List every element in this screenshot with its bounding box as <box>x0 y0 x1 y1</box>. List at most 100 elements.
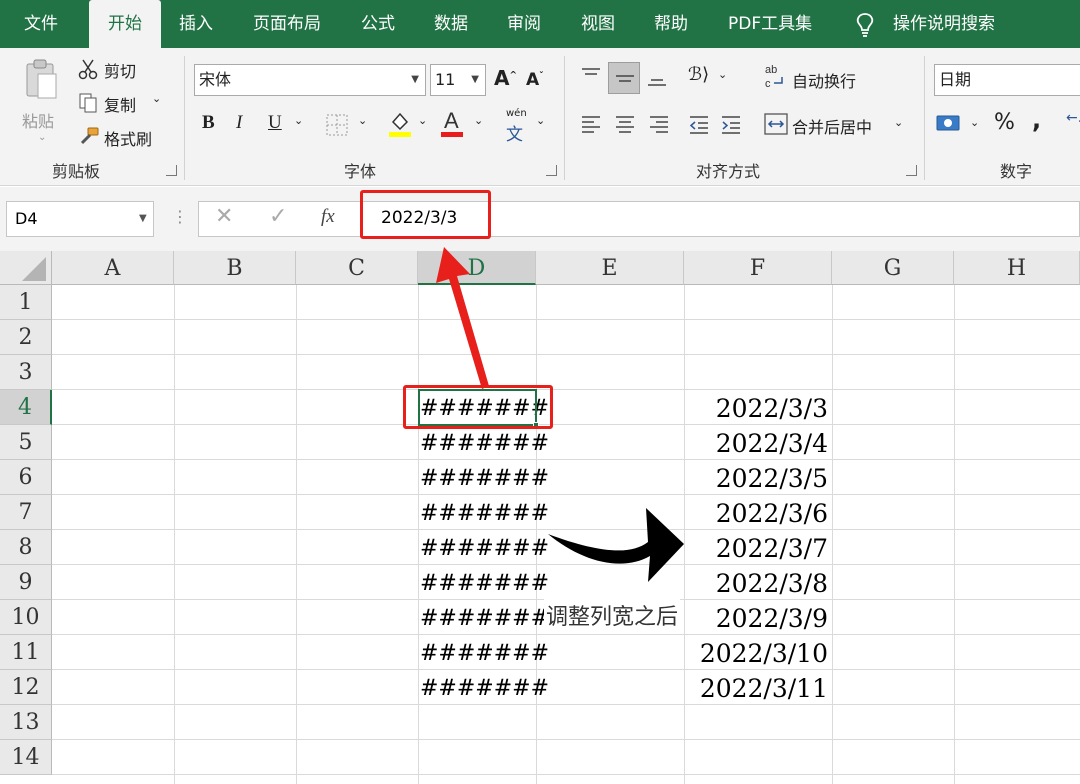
column-header[interactable]: H <box>954 251 1080 285</box>
chevron-down-icon[interactable]: ⌄ <box>358 114 367 127</box>
format-painter-button[interactable]: 格式刷 <box>104 126 152 150</box>
gridline <box>52 354 1080 355</box>
tab-insert[interactable]: 插入 <box>179 0 213 48</box>
cell-d11[interactable]: ####### <box>420 635 549 670</box>
name-box[interactable]: D4 ▼ <box>6 201 154 237</box>
align-right-icon[interactable] <box>648 114 670 136</box>
chevron-down-icon[interactable]: ⌄ <box>294 114 303 127</box>
row-header[interactable]: 6 <box>0 460 52 495</box>
tab-help[interactable]: 帮助 <box>654 0 688 48</box>
column-header[interactable]: E <box>536 251 684 285</box>
chevron-down-icon[interactable]: ⌄ <box>152 92 161 105</box>
merge-center-button[interactable]: 合并后居中 <box>792 114 872 138</box>
bold-button[interactable]: B <box>202 112 215 134</box>
cell-d12[interactable]: ####### <box>420 670 549 705</box>
cell-f7[interactable]: 2022/3/6 <box>686 495 828 530</box>
cut-button[interactable]: 剪切 <box>104 58 136 82</box>
cell-f4[interactable]: 2022/3/3 <box>686 390 828 425</box>
italic-button[interactable]: I <box>236 112 242 134</box>
row-header[interactable]: 1 <box>0 285 52 320</box>
column-header[interactable]: C <box>296 251 418 285</box>
cell-f12[interactable]: 2022/3/11 <box>686 670 828 705</box>
tab-formulas[interactable]: 公式 <box>361 0 395 48</box>
chevron-down-icon[interactable]: ▼ <box>139 202 147 236</box>
comma-style-button[interactable]: , <box>1032 106 1041 134</box>
alignment-launcher-icon[interactable] <box>906 165 917 176</box>
clipboard-launcher-icon[interactable] <box>166 165 177 176</box>
wrap-text-button[interactable]: 自动换行 <box>792 68 856 92</box>
cell-f8[interactable]: 2022/3/7 <box>686 530 828 565</box>
cell-d6[interactable]: ####### <box>420 460 549 495</box>
font-color-icon[interactable]: A <box>440 108 464 138</box>
align-left-icon[interactable] <box>580 114 602 136</box>
font-launcher-icon[interactable] <box>546 165 557 176</box>
chevron-down-icon[interactable]: ⌄ <box>536 114 545 127</box>
text-orientation-icon[interactable]: ℬ⟩ <box>688 64 709 85</box>
accounting-format-icon[interactable] <box>936 112 962 136</box>
tab-review[interactable]: 审阅 <box>507 0 541 48</box>
tab-data[interactable]: 数据 <box>434 0 468 48</box>
row-header[interactable]: 12 <box>0 670 52 705</box>
row-header[interactable]: 8 <box>0 530 52 565</box>
cell-f10[interactable]: 2022/3/9 <box>686 600 828 635</box>
formula-input[interactable]: ✕ ✓ fx 2022/3/3 <box>198 201 1080 237</box>
chevron-down-icon[interactable]: ⌄ <box>418 114 427 127</box>
decrease-indent-icon[interactable] <box>688 114 710 136</box>
column-header[interactable]: G <box>832 251 954 285</box>
number-format-select[interactable]: 日期 <box>934 64 1080 96</box>
chevron-down-icon[interactable]: ⌄ <box>970 116 979 129</box>
font-name-select[interactable]: 宋体 ▼ <box>194 64 426 96</box>
cell-d9[interactable]: ####### <box>420 565 549 600</box>
align-top-icon[interactable] <box>580 66 602 86</box>
copy-button[interactable]: 复制 <box>104 92 136 116</box>
tab-view[interactable]: 视图 <box>581 0 615 48</box>
align-middle-button[interactable] <box>608 62 640 94</box>
chevron-down-icon[interactable]: ⌄ <box>474 114 483 127</box>
column-header[interactable]: A <box>52 251 174 285</box>
insert-function-button[interactable]: fx <box>321 206 335 228</box>
increase-decimal-icon[interactable]: ←.0 <box>1066 110 1080 126</box>
cancel-icon[interactable]: ✕ <box>215 204 233 229</box>
cell-f9[interactable]: 2022/3/8 <box>686 565 828 600</box>
row-header[interactable]: 10 <box>0 600 52 635</box>
percent-style-button[interactable]: % <box>994 110 1015 135</box>
row-header[interactable]: 2 <box>0 320 52 355</box>
cell-d8[interactable]: ####### <box>420 530 549 565</box>
chevron-down-icon[interactable]: ⌄ <box>718 68 727 81</box>
cell-d10[interactable]: ####### <box>420 600 549 635</box>
row-header[interactable]: 11 <box>0 635 52 670</box>
row-header[interactable]: 9 <box>0 565 52 600</box>
increase-font-size-icon[interactable]: A^ <box>494 66 517 90</box>
more-options-icon[interactable]: ⋮ <box>172 207 188 226</box>
cell-f5[interactable]: 2022/3/4 <box>686 425 828 460</box>
borders-icon[interactable] <box>326 114 348 136</box>
search-label[interactable]: 操作说明搜索 <box>893 0 995 48</box>
underline-button[interactable]: U <box>268 112 282 134</box>
tab-page-layout[interactable]: 页面布局 <box>253 0 321 48</box>
tab-home[interactable]: 开始 <box>89 0 161 48</box>
cell-d5[interactable]: ####### <box>420 425 549 460</box>
decrease-font-size-icon[interactable]: Aˇ <box>526 70 544 90</box>
row-header[interactable]: 13 <box>0 705 52 740</box>
align-bottom-icon[interactable] <box>646 66 668 90</box>
tab-file[interactable]: 文件 <box>24 0 58 48</box>
cell-f11[interactable]: 2022/3/10 <box>686 635 828 670</box>
cell-d7[interactable]: ####### <box>420 495 549 530</box>
cell-f6[interactable]: 2022/3/5 <box>686 460 828 495</box>
font-size-select[interactable]: 11 ▼ <box>430 64 486 96</box>
row-header[interactable]: 3 <box>0 355 52 390</box>
select-all-button[interactable] <box>0 251 52 285</box>
row-header-selected[interactable]: 4 <box>0 390 52 425</box>
chevron-down-icon[interactable]: ⌄ <box>894 116 903 129</box>
row-header[interactable]: 5 <box>0 425 52 460</box>
column-header[interactable]: F <box>684 251 832 285</box>
row-header[interactable]: 7 <box>0 495 52 530</box>
fill-color-icon[interactable] <box>388 110 412 138</box>
increase-indent-icon[interactable] <box>720 114 742 136</box>
tab-pdf-tools[interactable]: PDF工具集 <box>728 0 812 48</box>
column-header[interactable]: B <box>174 251 296 285</box>
enter-check-icon[interactable]: ✓ <box>269 204 287 229</box>
row-header[interactable]: 14 <box>0 740 52 775</box>
align-center-icon[interactable] <box>614 114 636 136</box>
column-header-selected[interactable]: D <box>418 251 536 285</box>
